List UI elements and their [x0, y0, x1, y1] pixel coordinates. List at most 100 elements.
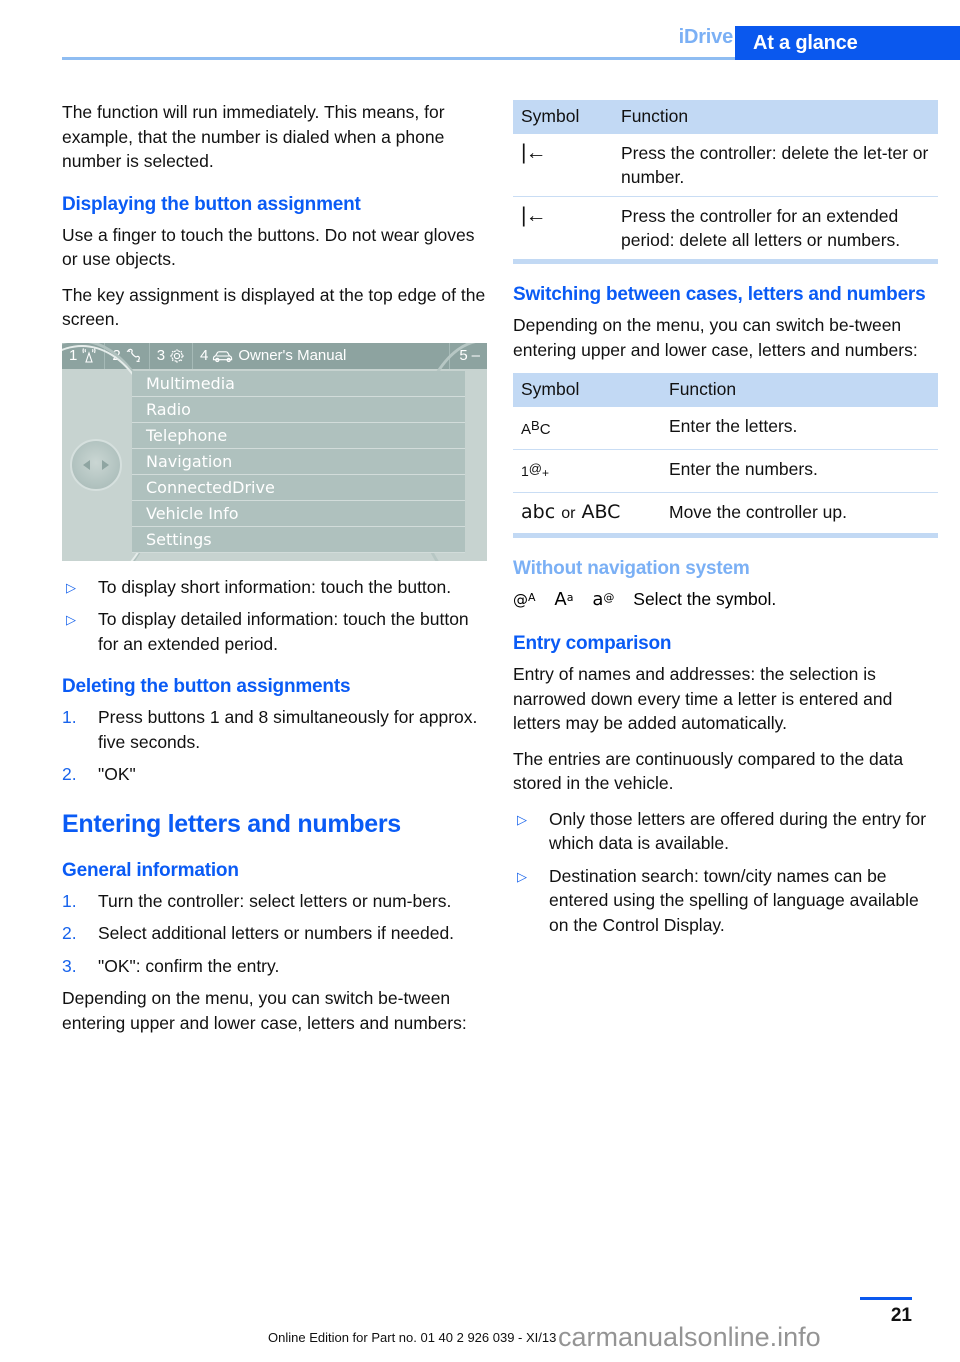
list-item: ▷ Only those letters are offered during …	[513, 807, 938, 856]
car-icon	[212, 349, 234, 363]
touch-instruction-list: ▷ To display short information: touch th…	[62, 575, 487, 657]
idrive-button-3-number: 3	[156, 346, 166, 364]
triangle-bullet-icon: ▷	[517, 811, 527, 827]
numbers-glyph: 1@+	[521, 461, 550, 480]
list-item: ▷ To display short information: touch th…	[62, 575, 487, 600]
page-header: iDrive At a glance	[0, 0, 960, 62]
step-text: "OK": confirm the entry.	[98, 955, 280, 976]
deleting-steps-list: 1. Press buttons 1 and 8 simultaneously …	[62, 705, 487, 787]
heading-deleting-button-assignments: Deleting the button assignments	[62, 676, 351, 697]
header-divider	[62, 57, 735, 60]
general-steps-list: 1. Turn the controller: select letters o…	[62, 889, 487, 979]
entry-comparison-bullet-list: ▷ Only those letters are offered during …	[513, 807, 938, 938]
step-text: Select additional letters or numbers if …	[98, 923, 455, 943]
idrive-button-4[interactable]: 4 Owner's Manual	[193, 342, 451, 369]
list-item: ▷ Destination search: town/city names ca…	[513, 864, 938, 938]
table-cell-function: Move the controller up.	[661, 492, 938, 538]
without-nav-symbol-row: @A Aa a@ Select the symbol.	[513, 585, 938, 613]
without-nav-instruction-text: Select the symbol.	[633, 589, 777, 609]
at-uppercase-icon: @A	[513, 591, 536, 609]
left-column: The function will run immediately. This …	[62, 100, 487, 1046]
idrive-menu-area: Multimedia Radio Telephone Navigation Co…	[62, 342, 487, 561]
idrive-controller-knob[interactable]	[70, 438, 122, 491]
idrive-menu-item-settings[interactable]: Settings	[132, 526, 465, 553]
column-header-function: Function	[661, 373, 938, 407]
heading-switching-between-cases: Switching between cases, letters and num…	[513, 284, 926, 305]
triangle-bullet-icon: ▷	[517, 868, 527, 884]
list-item: 1. Press buttons 1 and 8 simultaneously …	[62, 705, 487, 754]
list-item-text: Only those letters are offered during th…	[549, 808, 927, 854]
numbers-icon: 1@+	[513, 449, 661, 493]
list-item: 2. "OK"	[62, 762, 487, 787]
idrive-menu-item-radio[interactable]: Radio	[132, 396, 465, 423]
step-number: 1.	[62, 707, 77, 727]
uppercase-lowercase-icon: Aa	[554, 589, 574, 610]
displaying-paragraph-1: Use a finger to touch the buttons. Do no…	[62, 224, 475, 270]
table-row: |← Press the controller: delete the let‐…	[513, 134, 938, 197]
idrive-button-3[interactable]: 3	[150, 342, 194, 369]
table-row: |← Press the controller for an extended …	[513, 196, 938, 264]
table-delete-symbols: Symbol Function |← Press the controller:…	[513, 100, 938, 264]
closing-paragraph: Depending on the menu, you can switch be…	[62, 988, 467, 1033]
table-header-row: Symbol Function	[513, 100, 938, 134]
heading-entering-letters-and-numbers: Entering letters and numbers	[62, 809, 401, 838]
table-cell-function: Enter the letters.	[669, 416, 798, 436]
idrive-button-4-number: 4	[200, 346, 209, 364]
triangle-bullet-icon: ▷	[66, 579, 76, 595]
case-toggle-icon: abc or ABC	[513, 492, 661, 538]
footer-divider	[860, 1297, 912, 1300]
list-item: 2. Select additional letters or numbers …	[62, 921, 487, 946]
step-number: 2.	[62, 764, 77, 784]
idrive-menu-list: Multimedia Radio Telephone Navigation Co…	[132, 370, 465, 553]
entry-paragraph-2: The entries are continuously compared to…	[513, 748, 904, 794]
table-cell-function: Press the controller: delete the let‐ter…	[621, 143, 929, 187]
list-item-text: To display detailed information: touch t…	[98, 609, 469, 654]
backspace-icon: |←	[513, 196, 613, 264]
table-row: 1@+ Enter the numbers.	[513, 449, 938, 493]
list-item-text: Destination search: town/city names can …	[549, 865, 919, 935]
step-text: Press buttons 1 and 8 simultaneously for…	[98, 707, 478, 752]
right-column: Symbol Function |← Press the controller:…	[513, 100, 938, 945]
chevron-right-icon	[102, 459, 109, 470]
list-item: ▷ To display detailed information: touch…	[62, 607, 487, 656]
table-cell-function: Enter the numbers.	[661, 449, 938, 493]
step-number: 2.	[62, 923, 77, 943]
letters-abc-glyph: ABC	[521, 418, 551, 438]
idrive-menu-item-navigation[interactable]: Navigation	[132, 448, 465, 475]
switching-paragraph: Depending on the menu, you can switch be…	[513, 315, 918, 360]
table-switching-symbols: Symbol Function ABC Enter the letters. 1…	[513, 373, 938, 538]
list-item: 1. Turn the controller: select letters o…	[62, 889, 487, 914]
lowercase-at-icon: a@	[592, 589, 615, 610]
chevron-left-icon	[83, 459, 90, 470]
backspace-icon: |←	[513, 134, 613, 197]
heading-general-information: General information	[62, 859, 239, 881]
heading-without-navigation-system: Without navigation system	[513, 558, 750, 579]
backspace-glyph: |←	[521, 141, 546, 164]
case-toggle-glyph: abc or ABC	[521, 501, 621, 523]
heading-displaying-button-assignment: Displaying the button assignment	[62, 193, 361, 215]
list-item-text: To display short information: touch the …	[98, 576, 452, 597]
footer-edition-text: Online Edition for Part no. 01 40 2 926 …	[268, 1330, 557, 1345]
footer-watermark: carmanualsonline.info	[558, 1322, 821, 1352]
displaying-paragraph-2: The key assignment is displayed at the t…	[62, 284, 486, 330]
step-text: "OK"	[98, 764, 136, 784]
phone-handset-icon	[125, 348, 142, 363]
idrive-menu-item-vehicle-info[interactable]: Vehicle Info	[132, 500, 465, 527]
gear-icon	[169, 348, 185, 364]
letters-abc-icon: ABC	[513, 407, 661, 450]
step-number: 3.	[62, 955, 77, 976]
idrive-screen-illustration: 1 2 3 4 Owner's Manual 5 – Multimedia Ra…	[62, 342, 487, 561]
header-chapter-label: iDrive	[678, 26, 734, 48]
page-number: 21	[890, 1305, 912, 1326]
step-number: 1.	[62, 890, 77, 911]
idrive-menu-item-multimedia[interactable]: Multimedia	[132, 370, 465, 397]
idrive-menu-item-connecteddrive[interactable]: ConnectedDrive	[132, 474, 465, 501]
header-section-banner: At a glance	[735, 26, 960, 60]
header-section-label: At a glance	[753, 32, 858, 54]
table-row: ABC Enter the letters.	[513, 407, 938, 450]
backspace-glyph: |←	[521, 204, 546, 227]
column-header-symbol: Symbol	[513, 100, 613, 134]
idrive-menu-item-telephone[interactable]: Telephone	[132, 422, 465, 449]
heading-entry-comparison: Entry comparison	[513, 633, 672, 654]
column-header-symbol: Symbol	[513, 373, 661, 407]
